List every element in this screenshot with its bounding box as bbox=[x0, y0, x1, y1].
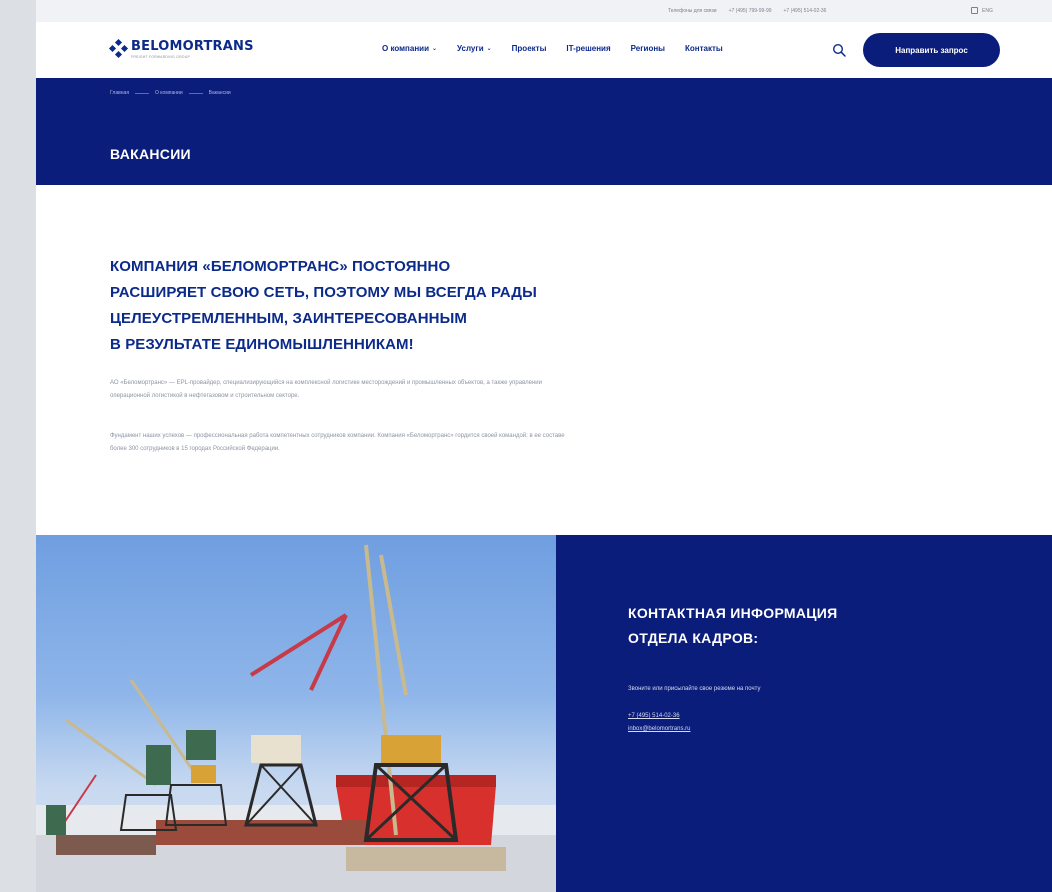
nav-item-label: Регионы bbox=[630, 44, 665, 53]
headline-line: ЦЕЛЕУСТРЕМЛЕННЫМ, ЗАИНТЕРЕСОВАННЫМ bbox=[110, 310, 467, 327]
hr-phone-link[interactable]: +7 (495) 514-02-36 bbox=[628, 713, 680, 719]
nav-item-label: О компании bbox=[382, 44, 429, 53]
page: Телефоны для связи +7 (495) 799-99-99 +7… bbox=[36, 0, 1052, 892]
main-nav: О компании ⌄ Услуги ⌄ Проекты IT-решения… bbox=[382, 44, 743, 53]
nav-item-label: Контакты bbox=[685, 44, 723, 53]
vacancies-headline: КОМПАНИЯ «БЕЛОМОРТРАНС» ПОСТОЯННО РАСШИР… bbox=[110, 254, 580, 358]
page-title: ВАКАНСИИ bbox=[110, 146, 191, 162]
breadcrumb-separator bbox=[135, 92, 150, 94]
contact-title-line: КОНТАКТНАЯ ИНФОРМАЦИЯ bbox=[628, 605, 838, 621]
nav-item-services[interactable]: Услуги ⌄ bbox=[457, 44, 492, 53]
contact-title: КОНТАКТНАЯ ИНФОРМАЦИЯ ОТДЕЛА КАДРОВ: bbox=[628, 601, 928, 651]
language-label: ENG bbox=[982, 7, 993, 14]
hr-contact-panel: КОНТАКТНАЯ ИНФОРМАЦИЯ ОТДЕЛА КАДРОВ: Зво… bbox=[556, 535, 1052, 892]
headline-line: В РЕЗУЛЬТАТЕ ЕДИНОМЫШЛЕННИКАМ! bbox=[110, 336, 414, 353]
logo[interactable]: BELOMORTRANS FREIGHT FORWARDING GROUP bbox=[108, 38, 254, 59]
topbar-phones: Телефоны для связи +7 (495) 799-99-99 +7… bbox=[668, 8, 826, 14]
language-switcher[interactable]: ENG bbox=[971, 7, 993, 14]
logo-icon bbox=[108, 38, 129, 59]
phones-label: Телефоны для связи bbox=[668, 8, 717, 14]
logo-name: BELOMORTRANS bbox=[131, 39, 254, 54]
intro-paragraph-1: АО «Беломортранс» — EPL-провайдер, специ… bbox=[110, 380, 542, 399]
headline-line: РАСШИРЯЕТ СВОЮ СЕТЬ, ПОЭТОМУ МЫ ВСЕГДА Р… bbox=[110, 284, 537, 301]
breadcrumb-home[interactable]: Главная bbox=[110, 90, 129, 96]
topbar-phone-1[interactable]: +7 (495) 799-99-99 bbox=[729, 8, 772, 14]
topbar: Телефоны для связи +7 (495) 799-99-99 +7… bbox=[36, 0, 1052, 22]
chevron-down-icon: ⌄ bbox=[486, 46, 492, 52]
port-cranes-photo bbox=[36, 535, 556, 892]
site-header: BELOMORTRANS FREIGHT FORWARDING GROUP О … bbox=[36, 22, 1052, 78]
nav-item-contacts[interactable]: Контакты bbox=[685, 44, 723, 53]
hero-band: Главная О компании Вакансии ВАКАНСИИ bbox=[36, 78, 1052, 185]
language-icon bbox=[971, 7, 978, 14]
headline-line: КОМПАНИЯ «БЕЛОМОРТРАНС» ПОСТОЯННО bbox=[110, 258, 451, 275]
breadcrumb-about[interactable]: О компании bbox=[155, 90, 183, 96]
nav-item-it-solutions[interactable]: IT-решения bbox=[566, 44, 610, 53]
intro-paragraph-2: Фундамент наших успехов — профессиональн… bbox=[110, 433, 565, 452]
nav-item-label: Услуги bbox=[457, 44, 484, 53]
breadcrumb-separator bbox=[188, 92, 203, 94]
nav-item-label: IT-решения bbox=[566, 44, 611, 53]
contact-note: Звоните или присылайте свое резюме на по… bbox=[628, 686, 761, 692]
nav-item-regions[interactable]: Регионы bbox=[631, 44, 665, 53]
nav-item-label: Проекты bbox=[511, 44, 547, 53]
breadcrumb-current: Вакансии bbox=[208, 90, 231, 96]
contact-title-line: ОТДЕЛА КАДРОВ: bbox=[628, 630, 759, 646]
cranes-illustration bbox=[36, 544, 556, 892]
hr-email-link[interactable]: inbox@belomortrans.ru bbox=[628, 726, 690, 732]
nav-item-projects[interactable]: Проекты bbox=[512, 44, 547, 53]
chevron-down-icon: ⌄ bbox=[432, 46, 438, 52]
nav-item-about[interactable]: О компании ⌄ bbox=[382, 44, 437, 53]
send-request-button[interactable]: Направить запрос bbox=[863, 33, 1000, 67]
breadcrumb: Главная О компании Вакансии bbox=[110, 90, 231, 96]
topbar-phone-2[interactable]: +7 (495) 514-02-36 bbox=[784, 8, 827, 14]
search-icon[interactable] bbox=[832, 43, 846, 57]
logo-tagline: FREIGHT FORWARDING GROUP bbox=[131, 55, 190, 59]
